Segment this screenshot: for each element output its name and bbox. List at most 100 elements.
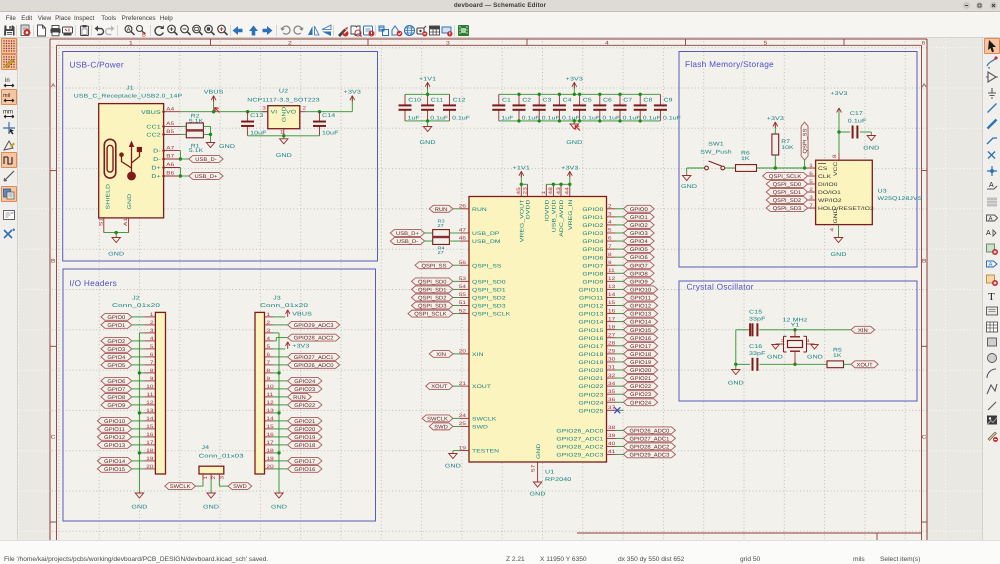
- svg-text:13: 13: [267, 408, 275, 414]
- svg-text:A1: A1: [123, 218, 129, 226]
- svg-text:in: in: [5, 78, 10, 84]
- svg-text:7: 7: [608, 244, 612, 250]
- svg-text:GPIO5: GPIO5: [107, 363, 125, 369]
- svg-text:QSPI_SD3: QSPI_SD3: [418, 304, 447, 310]
- svg-text:GPIO29_ADC3: GPIO29_ADC3: [630, 452, 670, 458]
- svg-text:DO/IO1: DO/IO1: [818, 190, 841, 196]
- svg-text:D-: D-: [153, 149, 161, 155]
- svg-text:GPIO24: GPIO24: [579, 400, 604, 406]
- svg-text:GPIO6: GPIO6: [107, 379, 125, 385]
- svg-text:GPIO13: GPIO13: [630, 312, 651, 318]
- svg-text:1: 1: [541, 191, 547, 195]
- svg-text:GPIO21: GPIO21: [579, 376, 604, 382]
- svg-text:36: 36: [608, 397, 616, 403]
- svg-text:B5: B5: [166, 129, 174, 135]
- svg-text:GND: GND: [108, 252, 124, 258]
- svg-text:GND: GND: [271, 505, 287, 511]
- svg-text:56: 56: [459, 260, 467, 266]
- svg-text:11: 11: [147, 392, 154, 398]
- svg-text:GPIO12: GPIO12: [579, 304, 604, 310]
- svg-text:XIN: XIN: [858, 328, 868, 334]
- svg-text:5.1K: 5.1K: [189, 119, 204, 125]
- svg-text:13: 13: [608, 284, 616, 290]
- svg-text:GPIO8: GPIO8: [630, 271, 648, 277]
- svg-text:GND: GND: [536, 443, 542, 459]
- svg-text:1uF: 1uF: [501, 115, 514, 121]
- svg-text:14: 14: [267, 416, 275, 422]
- svg-text:GPIO17: GPIO17: [294, 459, 315, 465]
- svg-text:GPIO21: GPIO21: [294, 419, 315, 425]
- svg-text:B7: B7: [166, 154, 174, 160]
- svg-text:3: 3: [608, 212, 612, 218]
- svg-text:A: A: [922, 83, 927, 89]
- svg-text:GPIO2: GPIO2: [630, 223, 648, 229]
- svg-text:C10: C10: [408, 98, 421, 104]
- svg-text:+1V1: +1V1: [513, 165, 530, 171]
- svg-text:Y1: Y1: [791, 322, 800, 328]
- svg-text:NCP1117-3.3_SOT223: NCP1117-3.3_SOT223: [247, 97, 320, 103]
- svg-text:GPIO1: GPIO1: [107, 323, 125, 329]
- svg-text:18: 18: [146, 448, 154, 454]
- svg-text:W25Q128JVS: W25Q128JVS: [878, 196, 923, 202]
- svg-text:Conn_01x20: Conn_01x20: [260, 303, 308, 309]
- svg-text:0.1uF: 0.1uF: [452, 115, 471, 121]
- svg-text:53: 53: [459, 276, 467, 282]
- svg-text:C4: C4: [563, 98, 572, 104]
- svg-text:GPIO18: GPIO18: [294, 443, 315, 449]
- svg-text:57: 57: [531, 464, 537, 472]
- svg-text:19: 19: [459, 445, 467, 451]
- svg-text:1K: 1K: [741, 156, 750, 162]
- svg-text:GPIO22: GPIO22: [579, 384, 604, 390]
- svg-text:GPIO9: GPIO9: [582, 279, 603, 285]
- svg-text:J3: J3: [273, 296, 281, 302]
- svg-text:47: 47: [459, 228, 467, 234]
- svg-text:GPIO1: GPIO1: [582, 215, 603, 221]
- svg-text:23: 23: [522, 187, 528, 195]
- svg-text:GPIO26_ADC0: GPIO26_ADC0: [630, 428, 670, 434]
- svg-text:GPIO23: GPIO23: [294, 387, 315, 393]
- svg-text:B: B: [51, 259, 56, 265]
- svg-text:1: 1: [203, 476, 209, 480]
- svg-text:U3: U3: [878, 189, 887, 195]
- svg-text:C: C: [51, 434, 56, 440]
- svg-text:C11: C11: [431, 98, 443, 104]
- svg-text:10K: 10K: [781, 145, 794, 151]
- svg-text:GPIO12: GPIO12: [630, 304, 651, 310]
- svg-text:USB_C_Receptacle_USB2.0_14P: USB_C_Receptacle_USB2.0_14P: [74, 93, 183, 99]
- svg-text:GPIO19: GPIO19: [579, 360, 604, 366]
- svg-text:C15: C15: [749, 310, 762, 316]
- svg-text:39: 39: [608, 433, 616, 439]
- svg-text:GPIO11: GPIO11: [104, 427, 125, 433]
- svg-text:A: A: [986, 230, 991, 237]
- svg-text:2: 2: [211, 476, 217, 480]
- svg-text:GPIO20: GPIO20: [294, 427, 315, 433]
- svg-text:44: 44: [565, 187, 571, 195]
- svg-text:20: 20: [267, 464, 275, 470]
- svg-text:5: 5: [608, 228, 612, 234]
- svg-text:GPIO6: GPIO6: [630, 255, 648, 261]
- svg-text:GND: GND: [219, 144, 235, 150]
- svg-text:CS: CS: [818, 166, 828, 172]
- svg-text:20: 20: [459, 349, 467, 355]
- svg-text:Crystal Oscillator: Crystal Oscillator: [687, 282, 754, 292]
- svg-text:J1: J1: [126, 86, 134, 92]
- svg-text:C16: C16: [749, 344, 762, 350]
- svg-text:3: 3: [219, 476, 225, 480]
- svg-text:54: 54: [459, 284, 467, 290]
- svg-text:GND: GND: [203, 505, 219, 511]
- svg-text:51: 51: [459, 300, 467, 306]
- svg-text:52: 52: [459, 308, 467, 314]
- svg-text:QSPI_SCLK: QSPI_SCLK: [414, 312, 447, 318]
- svg-text:0.1uF: 0.1uF: [643, 115, 662, 121]
- svg-text:33pF: 33pF: [749, 317, 766, 323]
- svg-text:2: 2: [608, 204, 612, 210]
- svg-text:7: 7: [809, 203, 813, 209]
- svg-text:GND: GND: [681, 184, 697, 190]
- svg-text:GPIO19: GPIO19: [294, 435, 315, 441]
- svg-text:GPIO4: GPIO4: [630, 239, 648, 245]
- svg-text:QSPI_SS: QSPI_SS: [803, 128, 809, 153]
- svg-text:A4: A4: [166, 106, 174, 112]
- svg-text:DVDD: DVDD: [526, 199, 532, 219]
- svg-text:QSPI_SD2: QSPI_SD2: [472, 296, 506, 302]
- svg-text:16: 16: [146, 432, 154, 438]
